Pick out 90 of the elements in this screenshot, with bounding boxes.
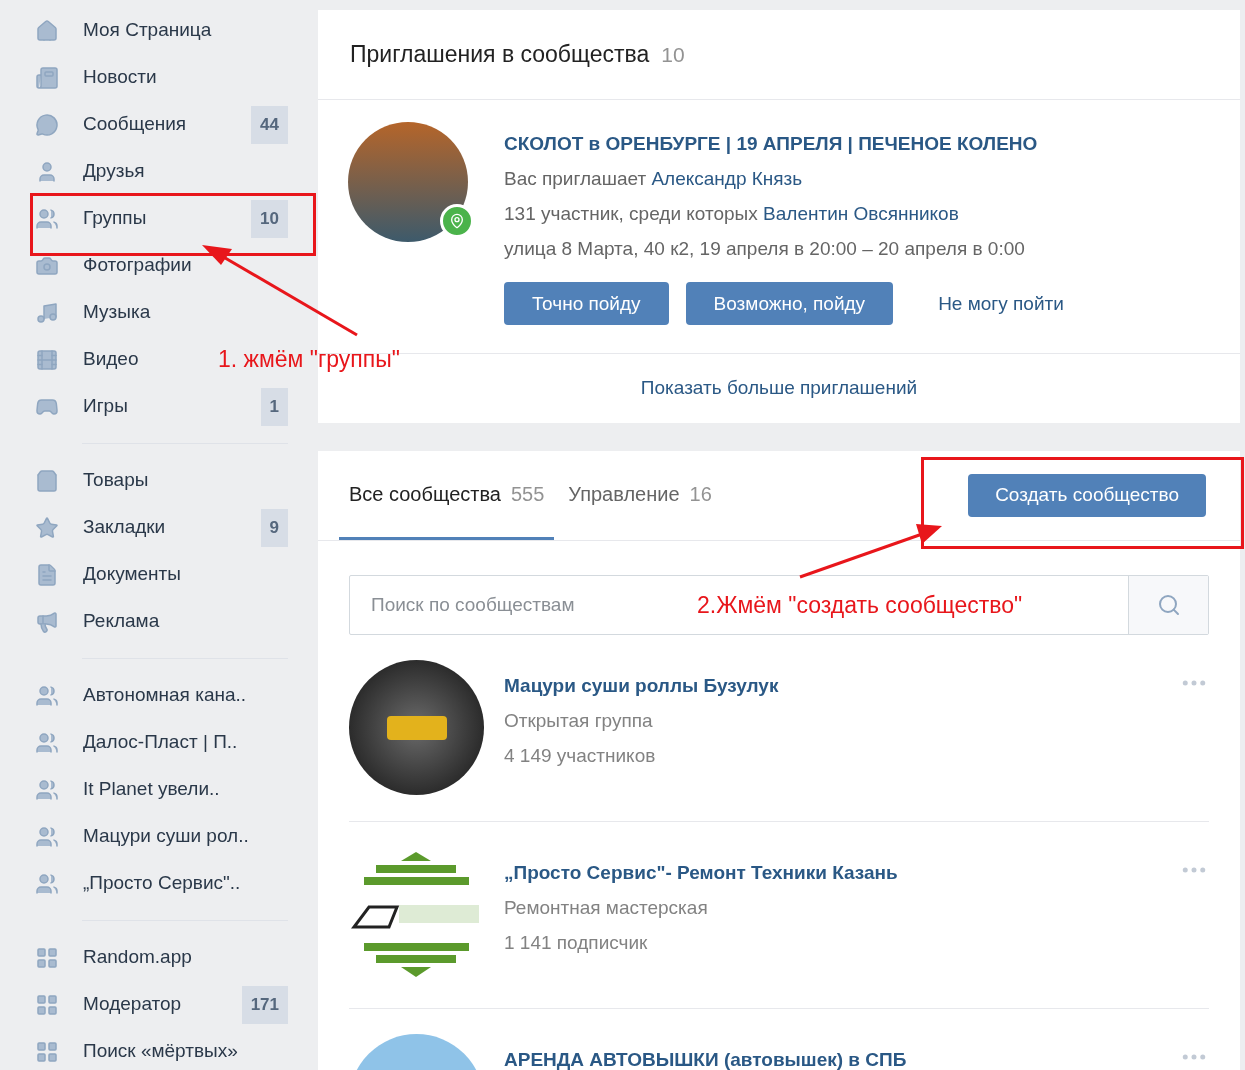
- sidebar-label: Модератор: [83, 992, 182, 1017]
- chat-icon: [35, 112, 59, 137]
- counter-badge: 171: [241, 985, 288, 1024]
- sidebar-item[interactable]: „Просто Сервис"..: [35, 860, 245, 907]
- people-icon: [35, 206, 59, 231]
- group-name-link[interactable]: Мацури суши роллы Бузулук: [504, 668, 1159, 703]
- sidebar-item[interactable]: Сообщения 44: [35, 101, 288, 148]
- sidebar-label: Поиск «мёртвых»: [83, 1039, 238, 1064]
- search-icon: [1156, 593, 1181, 617]
- inviter-text: Вас приглашает Александр Князь: [504, 167, 804, 191]
- counter-badge: 9: [260, 508, 288, 547]
- star-icon: [35, 515, 59, 540]
- sidebar-item[interactable]: Далос-Пласт | П..: [35, 719, 242, 766]
- sidebar-label: Новости: [83, 65, 157, 90]
- sidebar-label: Группы: [83, 206, 147, 231]
- inviter-link[interactable]: Александр Князь: [651, 168, 803, 189]
- people-icon: [35, 824, 59, 849]
- sidebar-label: Товары: [83, 468, 149, 493]
- sidebar-label: „Просто Сервис"..: [83, 871, 241, 896]
- event-name-link[interactable]: СКОЛОТ в ОРЕНБУРГЕ | 19 АПРЕЛЯ | ПЕЧЕНОЕ КОЛЕНО: [504, 126, 1092, 161]
- megaphone-icon: [35, 609, 59, 634]
- people-icon: [35, 871, 59, 896]
- film-icon: [35, 347, 59, 372]
- group-type: Открытая группа: [504, 709, 654, 733]
- group-members: 4 149 участников: [504, 744, 657, 768]
- sidebar-item[interactable]: Новости: [35, 54, 161, 101]
- event-details: улица 8 Марта, 40 к2, 19 апреля в 20:00 – 20 апреля в 0:00: [504, 237, 1026, 261]
- sidebar-item[interactable]: Игры 1: [35, 383, 288, 430]
- sidebar-item[interactable]: Музыка: [35, 289, 155, 336]
- members-text: 131 участник, среди которых Валентин Овсянников: [504, 202, 960, 226]
- people-icon: [35, 730, 59, 755]
- sidebar-item[interactable]: Моя Страница: [35, 7, 216, 54]
- sidebar-label: It Planet увели..: [83, 777, 220, 802]
- location-pin-icon: [449, 213, 465, 229]
- apps-icon: [35, 1039, 59, 1064]
- sidebar-label: Игры: [83, 394, 128, 419]
- sidebar-item[interactable]: Товары: [35, 457, 153, 504]
- group-name-link[interactable]: АРЕНДА АВТОВЫШКИ (автовышек) в СПБ: [504, 1042, 1159, 1070]
- sidebar-item[interactable]: Фотографии: [35, 242, 196, 289]
- sidebar-label: Фотографии: [83, 253, 192, 278]
- tab[interactable]: Управление 16: [558, 451, 722, 540]
- sidebar-label: Автономная кана..: [83, 683, 247, 708]
- sidebar-item[interactable]: Группы 10: [35, 195, 288, 242]
- group-type: Ремонтная мастерская: [504, 896, 709, 920]
- group-name-link[interactable]: „Просто Сервис"- Ремонт Техники Казань: [504, 855, 1159, 890]
- news-icon: [35, 65, 59, 90]
- decline-button[interactable]: Не могу пойти: [910, 282, 1092, 325]
- sidebar-label: Закладки: [83, 515, 166, 540]
- sidebar-item[interactable]: Мацури суши рол..: [35, 813, 253, 860]
- sidebar-item[interactable]: Друзья: [35, 148, 149, 195]
- sidebar-item[interactable]: Random.app: [35, 934, 196, 981]
- sidebar-label: Документы: [83, 562, 181, 587]
- sidebar-label: Далос-Пласт | П..: [83, 730, 238, 755]
- sidebar-label: Реклама: [83, 609, 160, 634]
- sidebar-item[interactable]: Реклама: [35, 598, 164, 645]
- sidebar-label: Random.app: [83, 945, 192, 970]
- annotation-text: 1. жмём "группы": [218, 345, 400, 374]
- show-more-link[interactable]: Показать больше приглашений: [640, 374, 918, 403]
- apps-icon: [35, 992, 59, 1017]
- member-link[interactable]: Валентин Овсянников: [763, 203, 959, 224]
- sidebar-label: Сообщения: [83, 112, 187, 137]
- sidebar-item[interactable]: Документы: [35, 551, 185, 598]
- music-note-icon: [35, 300, 59, 325]
- sidebar-item[interactable]: Автономная кана..: [35, 672, 251, 719]
- card-title: Приглашения в сообщества: [350, 40, 650, 70]
- home-icon: [35, 18, 59, 43]
- response-button[interactable]: Точно пойду: [504, 282, 669, 325]
- apps-icon: [35, 945, 59, 970]
- bag-icon: [35, 468, 59, 493]
- group-members: 1 141 подписчик: [504, 931, 649, 955]
- title-count: 10: [661, 41, 685, 68]
- sidebar-label: Видео: [83, 347, 139, 372]
- sidebar-label: Моя Страница: [83, 18, 212, 43]
- sidebar-item[interactable]: Модератор 171: [35, 981, 288, 1028]
- sidebar-item[interactable]: Видео: [35, 336, 143, 383]
- counter-badge: 44: [251, 105, 288, 144]
- sidebar-item[interactable]: It Planet увели..: [35, 766, 224, 813]
- sidebar-label: Музыка: [83, 300, 151, 325]
- document-icon: [35, 562, 59, 587]
- sidebar-label: Мацури суши рол..: [83, 824, 249, 849]
- sidebar-item[interactable]: Поиск «мёртвых»: [35, 1028, 242, 1070]
- people-icon: [35, 777, 59, 802]
- response-button[interactable]: Возможно, пойду: [685, 282, 894, 325]
- counter-badge: 1: [260, 387, 288, 426]
- create-community-button[interactable]: Создать сообщество: [968, 474, 1206, 517]
- sidebar-item[interactable]: Закладки 9: [35, 504, 288, 551]
- people-icon: [35, 683, 59, 708]
- tab[interactable]: Все сообщества 555: [339, 451, 555, 540]
- sidebar-label: Друзья: [83, 159, 145, 184]
- counter-badge: 10: [251, 199, 288, 238]
